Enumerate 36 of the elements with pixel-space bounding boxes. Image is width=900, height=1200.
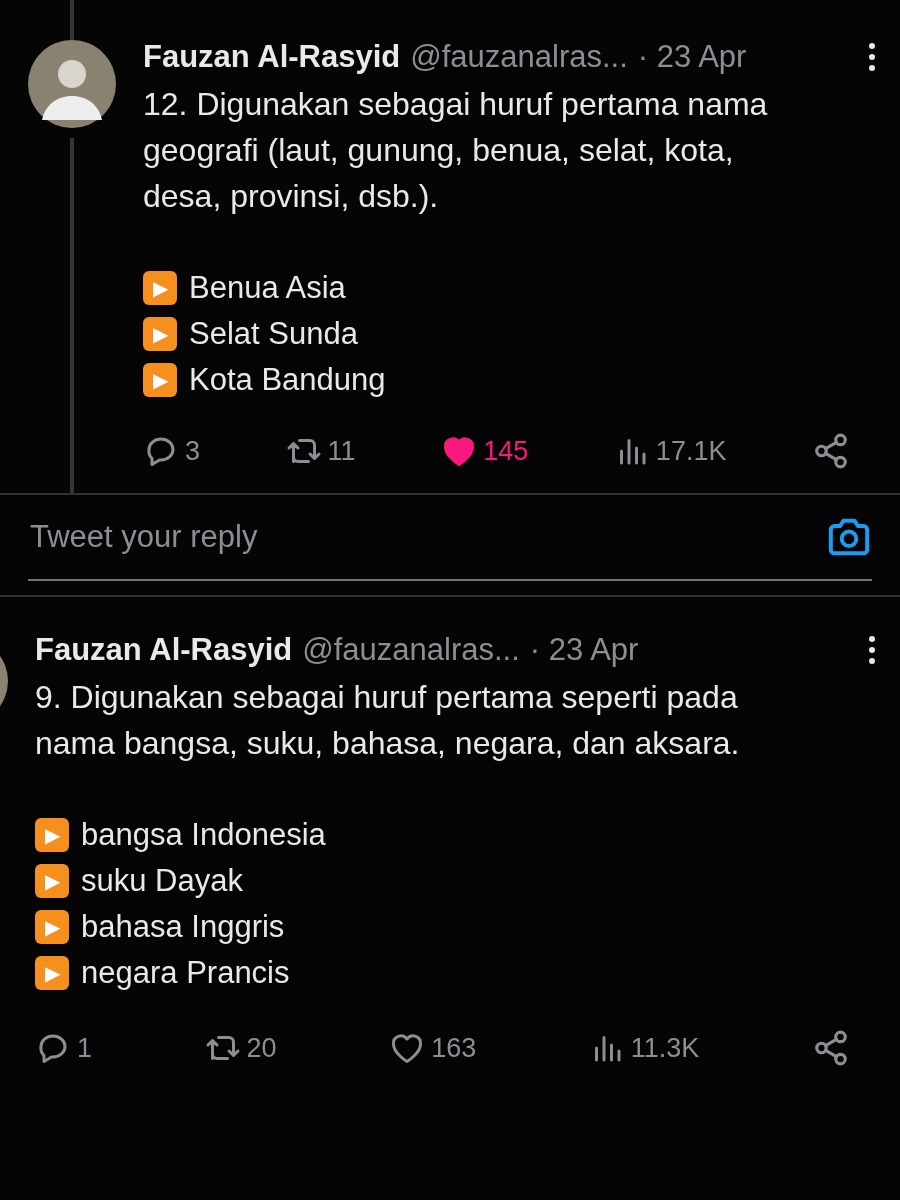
tweet-text: 12. Digunakan sebagai huruf pertama nama geografi (laut, gunung, benua, selat, kota, desa, provinsi, dsb.). <box>143 84 769 216</box>
like-count: 163 <box>431 1031 477 1065</box>
author-handle: @fauzanalras... <box>302 631 520 669</box>
play-icon: ▶ <box>35 955 69 990</box>
reply-field[interactable]: Tweet your reply <box>28 512 826 562</box>
camera-icon[interactable] <box>826 517 872 557</box>
more-icon[interactable] <box>866 41 878 74</box>
play-icon: ▶ <box>143 316 177 351</box>
play-icon: ▶ <box>143 362 177 397</box>
example-text: Kota Bandung <box>189 360 386 399</box>
views-count: 11.3K <box>630 1031 700 1065</box>
reply-count: 3 <box>185 434 201 468</box>
reply-count: 1 <box>77 1031 93 1065</box>
share-icon[interactable] <box>812 431 850 470</box>
play-icon: ▶ <box>35 909 69 944</box>
example-text: negara Prancis <box>81 953 290 992</box>
play-icon: ▶ <box>143 270 177 305</box>
play-icon: ▶ <box>35 817 69 852</box>
tweet-time: · 23 Apr <box>529 631 639 669</box>
example-text: suku Dayak <box>81 861 243 900</box>
retweet-count: 20 <box>246 1031 277 1065</box>
example-text: bahasa Inggris <box>81 907 285 946</box>
example-text: Selat Sunda <box>189 314 358 353</box>
example-text: bangsa Indonesia <box>81 815 326 854</box>
more-icon[interactable] <box>866 634 878 667</box>
tweet-time: · 23 Apr <box>637 38 747 76</box>
author-name: Fauzan Al-Rasyid <box>35 631 293 669</box>
example-text: Benua Asia <box>189 268 346 307</box>
avatar[interactable] <box>27 40 116 128</box>
tweet-text: 9. Digunakan sebagai huruf pertama seperti pada nama bangsa, suku, bahasa, negara, dan aksara. <box>35 677 741 763</box>
play-icon: ▶ <box>35 863 69 898</box>
retweet-count: 11 <box>327 434 356 468</box>
views-count: 17.1K <box>655 434 727 468</box>
author-name: Fauzan Al-Rasyid <box>143 38 401 76</box>
author-handle: @fauzanalras... <box>410 38 628 76</box>
like-count: 145 <box>483 434 529 468</box>
